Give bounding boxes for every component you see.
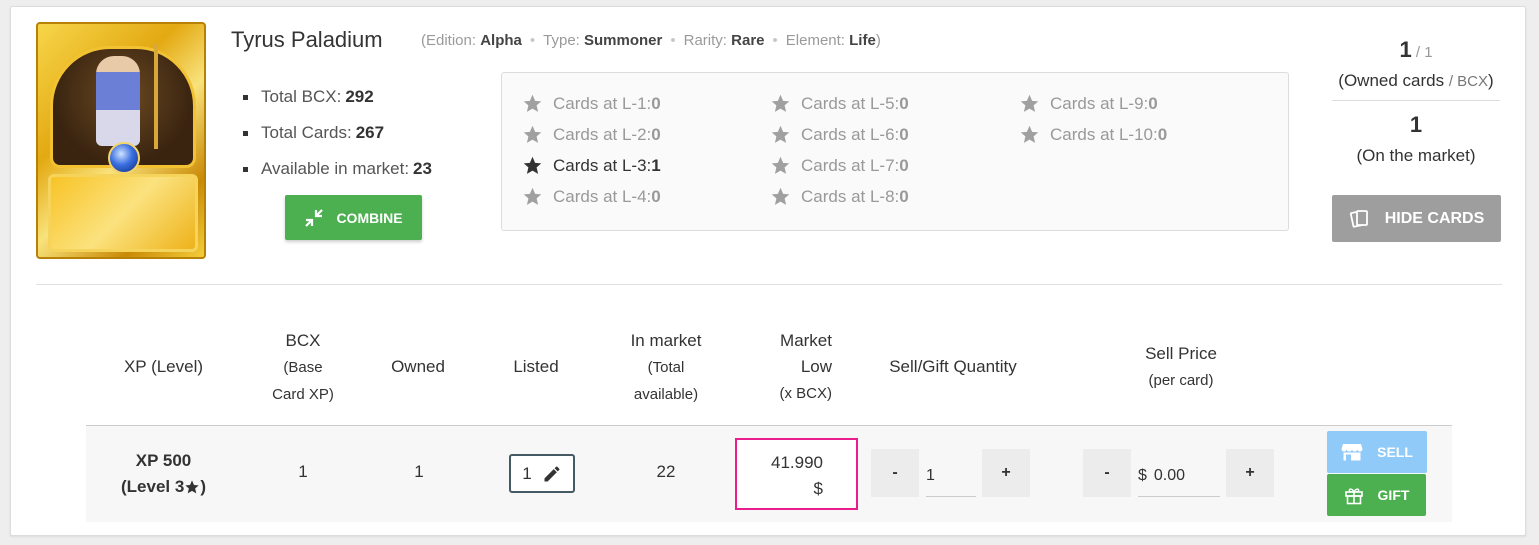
level-label: Cards at L-10: <box>1050 124 1158 144</box>
price-currency: $ <box>1138 467 1147 484</box>
gift-button[interactable]: GIFT <box>1327 474 1426 516</box>
sell-button[interactable]: SELL <box>1327 431 1427 473</box>
card-staff <box>154 44 158 149</box>
card-levels-box: Cards at L-1: 0 Cards at L-2: 0 Cards at L… <box>501 72 1289 231</box>
level-count: 0 <box>651 93 661 113</box>
row-owned: 1 <box>414 462 424 481</box>
rarity-value: Rare <box>731 32 765 49</box>
star-icon <box>771 156 790 174</box>
compress-arrows-icon <box>305 208 324 227</box>
card-level-item: Cards at L-4: 0 <box>522 186 661 207</box>
header-market-low: Market Low (x BCX) <box>779 331 833 402</box>
element-value: Life <box>849 32 876 49</box>
star-icon <box>1020 94 1039 112</box>
card-level-item: Cards at L-9: 0 <box>1019 93 1158 114</box>
available-in-market-stat: Available in market: 23 <box>243 159 432 195</box>
combine-button[interactable]: COMBINE <box>285 195 422 240</box>
star-icon <box>771 94 790 112</box>
on-market-count: 1 <box>1409 112 1423 137</box>
price-increase-button[interactable]: + <box>1226 449 1274 497</box>
level-label: Cards at L-9: <box>1050 93 1149 113</box>
card-level-item: Cards at L-6: 0 <box>770 124 909 145</box>
star-icon <box>523 187 542 205</box>
owned-summary: 1 / 1 (Owned cards / BCX) 1 (On the mark… <box>1331 37 1501 166</box>
level-count: 0 <box>1148 93 1158 113</box>
price-input[interactable] <box>1153 467 1214 485</box>
level-count: 1 <box>651 155 661 175</box>
card-level-item: Cards at L-1: 0 <box>522 93 661 114</box>
star-icon <box>1020 125 1039 143</box>
cards-icon <box>1349 209 1368 228</box>
card-level-item: Cards at L-3: 1 <box>522 155 661 176</box>
level-label: Cards at L-3: <box>553 155 652 175</box>
owned-count: 1 / 1 <box>1399 37 1433 62</box>
card-figure <box>96 56 140 146</box>
row-bcx: 1 <box>298 462 308 481</box>
hide-cards-button[interactable]: HIDE CARDS <box>1332 195 1501 242</box>
level-count: 0 <box>899 155 909 175</box>
card-name: Tyrus Paladium <box>231 27 383 52</box>
level-count: 0 <box>899 93 909 113</box>
header-sell-price: Sell Price (per card) <box>1145 344 1217 389</box>
quantity-increase-button[interactable]: + <box>982 449 1030 497</box>
header-xp-level: XP (Level) <box>123 357 204 376</box>
section-divider <box>36 284 1502 285</box>
star-icon <box>185 480 199 494</box>
header-in-market: In market (Total available) <box>630 331 702 403</box>
listed-edit-button[interactable]: 1 <box>509 454 575 493</box>
level-label: Cards at L-5: <box>801 93 900 113</box>
card-level-item: Cards at L-2: 0 <box>522 124 661 145</box>
level-count: 0 <box>1157 124 1168 144</box>
level-count: 0 <box>651 186 661 206</box>
card-meta: (Edition: Alpha • Type: Summoner • Rarity: R… <box>421 32 881 49</box>
card-level-item: Cards at L-10: 0 <box>1019 124 1167 145</box>
level-label: Cards at L-4: <box>553 186 652 206</box>
star-icon <box>771 187 790 205</box>
star-icon <box>523 125 542 143</box>
owned-divider <box>1332 100 1500 101</box>
star-icon <box>771 125 790 143</box>
total-bcx-stat: Total BCX: 292 <box>243 87 432 123</box>
type-value: Summoner <box>584 32 663 49</box>
pencil-icon <box>544 465 560 481</box>
total-cards-stat: Total Cards: 267 <box>243 123 432 159</box>
level-label: Cards at L-8: <box>801 186 900 206</box>
card-image[interactable] <box>36 22 206 259</box>
card-level-item: Cards at L-7: 0 <box>770 155 909 176</box>
header-listed: Listed <box>513 357 559 376</box>
owned-label: (Owned cards / BCX) <box>1338 71 1494 90</box>
level-label: Cards at L-7: <box>801 155 900 175</box>
row-in-market: 22 <box>656 462 676 481</box>
star-icon <box>523 156 542 174</box>
level-label: Cards at L-1: <box>553 93 652 113</box>
card-text-box <box>48 174 198 252</box>
level-label: Cards at L-2: <box>553 124 652 144</box>
header-owned: Owned <box>391 357 445 376</box>
gift-icon <box>1344 488 1363 505</box>
market-low-cell[interactable]: 41.990 $ <box>735 438 858 510</box>
store-icon <box>1341 444 1363 461</box>
card-details-panel: Tyrus Paladium (Edition: Alpha • Type: Sum… <box>10 6 1526 536</box>
level-label: Cards at L-6: <box>801 124 900 144</box>
quantity-decrease-button[interactable]: - <box>871 449 919 497</box>
card-level-item: Cards at L-5: 0 <box>770 93 909 114</box>
header-sell-gift-quantity: Sell/Gift Quantity <box>889 357 1017 376</box>
quantity-input[interactable] <box>926 456 976 497</box>
level-count: 0 <box>899 124 909 144</box>
on-market-label: (On the market) <box>1356 146 1476 165</box>
star-icon <box>523 94 542 112</box>
price-decrease-button[interactable]: - <box>1083 449 1131 497</box>
row-xp-level: XP 500 (Level 3 ) <box>121 451 206 496</box>
level-count: 0 <box>651 124 661 144</box>
card-level-item: Cards at L-8: 0 <box>770 186 909 207</box>
edition-value: Alpha <box>480 32 522 49</box>
header-bcx: BCX (Base Card XP) <box>272 331 334 403</box>
card-stats-list: Total BCX: 292 Total Cards: 267 Available … <box>243 87 432 195</box>
life-orb-icon <box>108 142 140 174</box>
level-count: 0 <box>899 186 909 206</box>
price-field: $ <box>1138 456 1220 497</box>
